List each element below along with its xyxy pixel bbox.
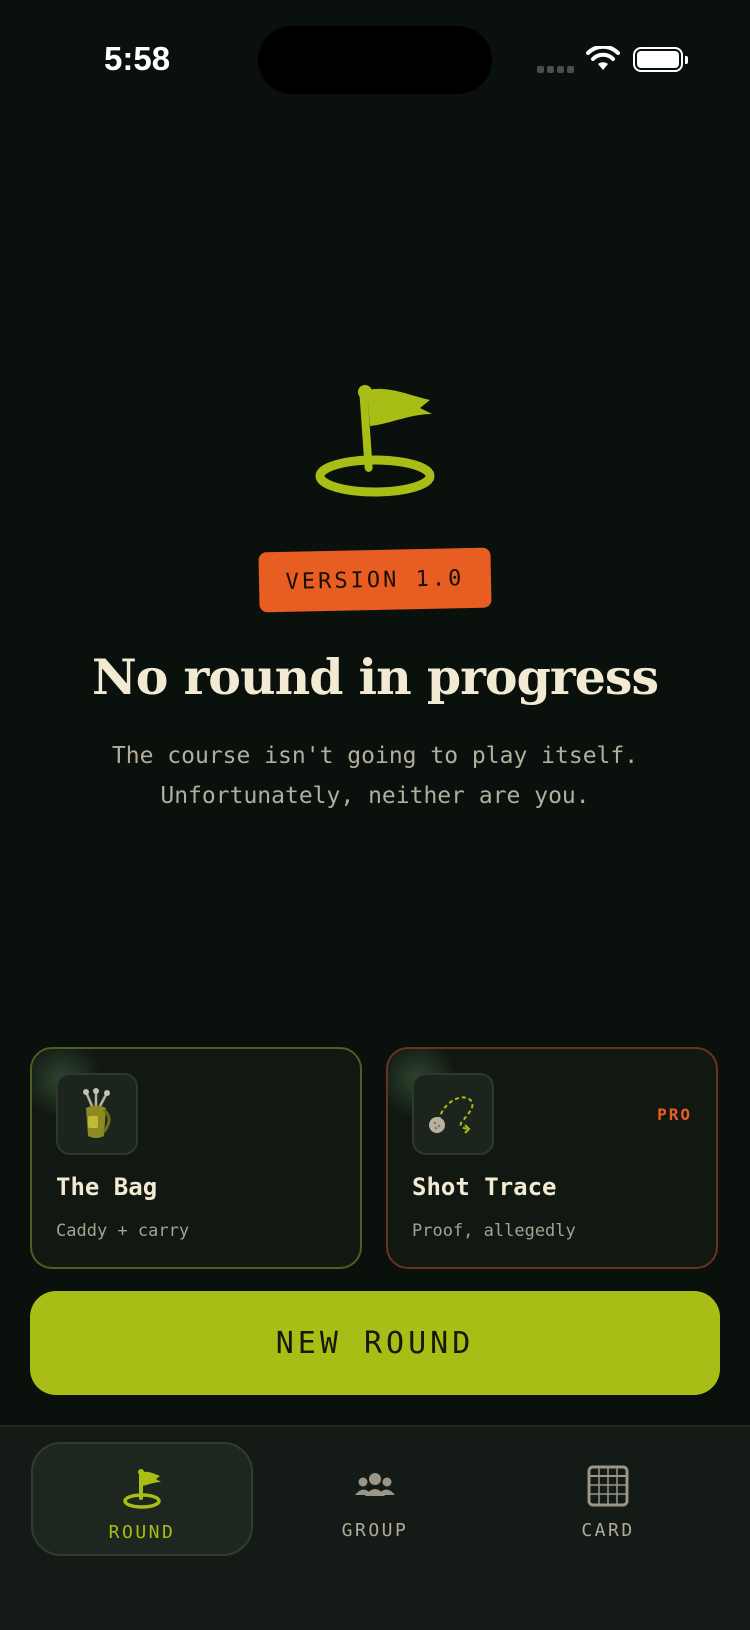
card-caption: Caddy + carry <box>56 1221 190 1241</box>
wifi-icon <box>586 46 620 70</box>
tab-label: GROUP <box>341 1520 409 1541</box>
scorecard-icon <box>587 1465 629 1507</box>
tab-group[interactable]: GROUP <box>264 1442 486 1556</box>
pro-badge: PRO <box>657 1105 692 1124</box>
tab-label: ROUND <box>108 1522 176 1543</box>
card-title: The Bag <box>56 1173 158 1201</box>
ball-trace-icon <box>429 1096 474 1134</box>
version-tag: VERSION 1.0 <box>258 547 492 613</box>
icon-tile <box>412 1073 494 1155</box>
tab-card[interactable]: CARD <box>497 1442 719 1556</box>
shot-trace-card[interactable]: PRO Shot Trace Proof, allegedly <box>386 1047 718 1269</box>
tab-round[interactable]: ROUND <box>31 1442 253 1556</box>
status-bar: 5:58 <box>0 0 750 120</box>
tab-label: CARD <box>581 1520 635 1541</box>
battery-icon <box>633 47 688 72</box>
flag-icon <box>123 1469 161 1509</box>
new-round-button[interactable]: NEW ROUND <box>30 1291 720 1395</box>
subtitle: The course isn't going to play itself. U… <box>0 736 750 816</box>
group-icon <box>355 1473 395 1496</box>
the-bag-card[interactable]: The Bag Caddy + carry <box>30 1047 362 1269</box>
cellular-signal-icon <box>537 66 575 74</box>
golf-bag-icon <box>83 1088 111 1138</box>
clock: 5:58 <box>104 40 171 77</box>
page-title: No round in progress <box>91 648 659 706</box>
tab-bar: ROUND GROUP CARD <box>0 1425 750 1630</box>
icon-tile <box>56 1073 138 1155</box>
subtitle-line: Unfortunately, neither are you. <box>160 783 590 809</box>
dynamic-island <box>258 26 492 94</box>
card-caption: Proof, allegedly <box>412 1221 576 1241</box>
subtitle-line: The course isn't going to play itself. <box>111 743 639 769</box>
golf-flag-hole-icon <box>315 385 435 497</box>
card-title: Shot Trace <box>412 1173 557 1201</box>
